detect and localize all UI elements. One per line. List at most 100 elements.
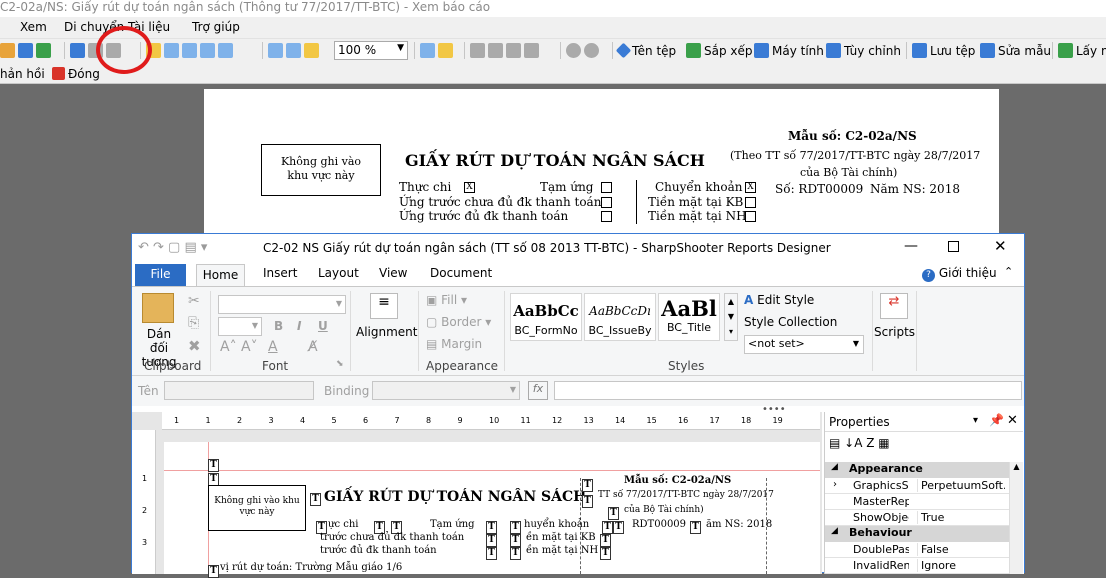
design-unit[interactable]: vị rút dự toán: Trường Mẫu giáo 1/6 bbox=[220, 562, 402, 573]
style-bc-formno[interactable]: AaBbCc BC_FormNo bbox=[510, 293, 582, 341]
binding-select[interactable]: ▼ bbox=[372, 381, 520, 400]
prop-row[interactable]: InvalidRendeIgnore bbox=[825, 558, 1023, 574]
maximize-icon[interactable] bbox=[948, 241, 959, 252]
design-tam-ung[interactable]: Tạm ứng bbox=[430, 519, 475, 530]
delete-icon[interactable]: ✖ bbox=[188, 337, 201, 355]
two-page-icon[interactable] bbox=[438, 43, 453, 58]
text-marker[interactable]: T bbox=[208, 470, 219, 486]
prev-page-icon[interactable] bbox=[488, 43, 503, 58]
prop-row[interactable]: DoublePassFalse bbox=[825, 542, 1023, 558]
back-icon[interactable] bbox=[566, 43, 581, 58]
last-page-icon[interactable] bbox=[524, 43, 539, 58]
zoom-select-icon[interactable] bbox=[218, 43, 233, 58]
underline-button[interactable]: U bbox=[318, 319, 328, 333]
zoom-icon[interactable] bbox=[164, 43, 179, 58]
menu-xem[interactable]: Xem bbox=[20, 20, 47, 34]
design-ung-chua-du[interactable]: trước chưa đủ đk thanh toán bbox=[320, 532, 464, 543]
page-width-icon[interactable] bbox=[268, 43, 283, 58]
style-bc-title[interactable]: AaBl BC_Title bbox=[658, 293, 720, 341]
actual-size-icon[interactable] bbox=[304, 43, 319, 58]
pin-icon[interactable]: 📌 bbox=[989, 413, 1004, 427]
design-thuc-chi[interactable]: ực chi bbox=[328, 519, 358, 530]
zoom-select[interactable]: 100 % ▼ bbox=[334, 41, 408, 60]
font-family-select[interactable]: ▼ bbox=[218, 295, 346, 314]
design-so[interactable]: RDT00009 bbox=[632, 519, 686, 530]
file-name-button[interactable]: Tên tệp bbox=[615, 41, 676, 60]
collapse-icon[interactable]: ◢ bbox=[831, 526, 838, 536]
design-regulation[interactable]: TT số 77/2017/TT-BTC ngày 28/7/2017 bbox=[598, 490, 774, 500]
category-behaviour[interactable]: Behaviour bbox=[825, 526, 1023, 542]
panel-menu-icon[interactable]: ▾ bbox=[973, 415, 978, 426]
name-input[interactable] bbox=[164, 381, 314, 400]
styles-scroll[interactable]: ▲ ▼ ▾ bbox=[724, 293, 738, 341]
tab-insert[interactable]: Insert bbox=[263, 266, 297, 280]
style-collection-select[interactable]: <not set> ▼ bbox=[744, 335, 864, 354]
tab-home[interactable]: Home bbox=[196, 264, 245, 287]
tab-file[interactable]: File bbox=[135, 264, 186, 286]
forward-icon[interactable] bbox=[584, 43, 599, 58]
align-icon[interactable]: ≡ bbox=[370, 293, 398, 319]
calculator-button[interactable]: Máy tính bbox=[754, 41, 824, 60]
bold-button[interactable]: B bbox=[274, 319, 283, 333]
design-issuer[interactable]: của Bộ Tài chính) bbox=[624, 505, 704, 515]
export-icon[interactable] bbox=[36, 43, 51, 58]
menu-tro-giup[interactable]: Trợ giúp bbox=[192, 20, 240, 34]
prop-row[interactable]: ›GraphicsSettPerpetuumSoft.Re bbox=[825, 478, 1023, 494]
about-link[interactable]: ? Giới thiệu bbox=[922, 266, 997, 282]
feedback-button[interactable]: hản hồi bbox=[0, 64, 45, 83]
thumbnails-icon[interactable] bbox=[70, 43, 85, 58]
customize-button[interactable]: Tùy chỉnh bbox=[826, 41, 901, 60]
close-button[interactable]: Đóng bbox=[52, 64, 100, 83]
tab-document[interactable]: Document bbox=[430, 266, 492, 280]
edit-template-button[interactable]: Sửa mẫu bbox=[980, 41, 1051, 60]
properties-scrollbar[interactable]: ▲ bbox=[1009, 462, 1023, 574]
design-form-no[interactable]: Mẫu số: C2-02a/NS bbox=[624, 475, 731, 486]
get-button[interactable]: Lấy m bbox=[1058, 41, 1106, 60]
grow-font-icon[interactable]: A˄ A˅ bbox=[220, 339, 258, 355]
tab-view[interactable]: View bbox=[379, 266, 407, 280]
next-page-icon[interactable] bbox=[506, 43, 521, 58]
edit-style-button[interactable]: A Edit Style bbox=[744, 293, 814, 307]
scripts-icon[interactable]: ⇄ bbox=[880, 293, 908, 319]
open-icon[interactable] bbox=[0, 43, 15, 58]
prop-row[interactable]: MasterRepor bbox=[825, 494, 1023, 510]
single-page-icon[interactable] bbox=[420, 43, 435, 58]
collapse-icon[interactable]: ◢ bbox=[831, 462, 838, 472]
arrange-button[interactable]: Sắp xếp bbox=[686, 41, 753, 60]
zoom-out-icon[interactable] bbox=[200, 43, 215, 58]
design-nam[interactable]: ăm NS: 2018 bbox=[706, 519, 772, 530]
save-file-button[interactable]: Lưu tệp bbox=[912, 41, 975, 60]
expression-input[interactable] bbox=[554, 381, 1022, 400]
design-title[interactable]: GIẤY RÚT DỰ TOÁN NGÂN SÁCH bbox=[324, 489, 586, 505]
design-ung-du[interactable]: trước đủ đk thanh toán bbox=[320, 545, 437, 556]
margin-button[interactable]: ▤ Margin bbox=[426, 337, 482, 351]
category-appearance[interactable]: Appearance bbox=[825, 462, 1023, 478]
close-window-icon[interactable]: ✕ bbox=[994, 237, 1007, 255]
qat-icons[interactable]: ↶ ↷ ▢ ▤ ▾ bbox=[138, 240, 207, 255]
save-icon[interactable] bbox=[18, 43, 33, 58]
sort-icons[interactable]: ▤ ↓A Z ▦ bbox=[829, 436, 890, 450]
scripts-button[interactable]: Scripts bbox=[874, 325, 915, 339]
font-size-select[interactable]: ▼ bbox=[218, 317, 262, 336]
fill-button[interactable]: ▣ Fill ▾ bbox=[426, 293, 467, 307]
whole-page-icon[interactable] bbox=[286, 43, 301, 58]
font-dialog-icon[interactable]: ⬊ bbox=[336, 359, 344, 369]
prop-row[interactable]: ShowObjectTrue bbox=[825, 510, 1023, 526]
border-button[interactable]: ▢ Border ▾ bbox=[426, 315, 491, 329]
cut-icon[interactable]: ✂ bbox=[188, 293, 200, 309]
collapse-ribbon-icon[interactable]: ⌃ bbox=[1004, 265, 1013, 278]
copy-icon[interactable]: ⎘ bbox=[188, 315, 199, 331]
design-chuyen-khoan[interactable]: huyển khoản bbox=[524, 519, 589, 530]
design-stamp-box[interactable]: Không ghi vào khu vực này bbox=[208, 485, 306, 531]
alignment-button[interactable]: Alignment bbox=[356, 325, 417, 339]
minimize-icon[interactable]: — bbox=[904, 238, 918, 254]
zoom-in-icon[interactable] bbox=[182, 43, 197, 58]
paste-icon[interactable] bbox=[142, 293, 174, 323]
design-tien-mat-kb[interactable]: ền mặt tại KB bbox=[526, 532, 596, 543]
panel-close-icon[interactable]: ✕ bbox=[1007, 413, 1018, 428]
fx-button[interactable]: fx bbox=[528, 381, 548, 400]
font-color-icon[interactable]: A bbox=[268, 339, 278, 355]
style-bc-issueby[interactable]: AaBbCcDı BC_IssueBy bbox=[584, 293, 656, 341]
clear-format-icon[interactable]: A̸ bbox=[308, 339, 318, 355]
tab-layout[interactable]: Layout bbox=[318, 266, 359, 280]
